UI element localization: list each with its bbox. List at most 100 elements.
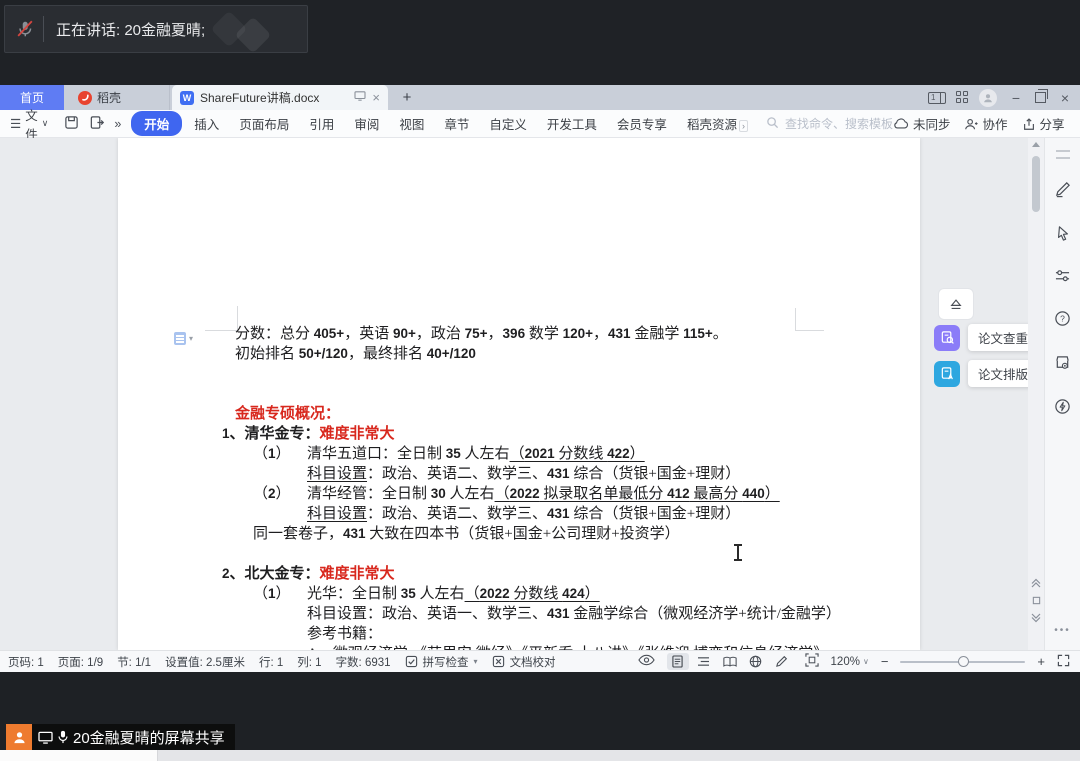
quick-access-toolbar: » (64, 115, 121, 133)
next-page-icon[interactable] (1031, 613, 1041, 623)
tab-grid-icon[interactable] (956, 91, 969, 104)
status-field[interactable]: 行: 1 (259, 654, 283, 670)
quick-access-icon[interactable] (1054, 398, 1071, 420)
status-bar: 页码: 1 页面: 1/9 节: 1/1 设置值: 2.5厘米行: 1 列: 1 字数: … (0, 650, 1080, 672)
vertical-scrollbar[interactable] (1028, 138, 1044, 650)
close-button[interactable]: × (1056, 90, 1074, 106)
chevron-down-icon: ∨ (863, 657, 869, 666)
collapse-panel-button[interactable] (938, 288, 974, 320)
spell-check-toggle[interactable]: 拼写检查 ▾ (405, 654, 478, 670)
status-field[interactable]: 字数: 6931 (336, 654, 391, 670)
tab-docer[interactable]: 稻壳 (64, 85, 170, 110)
zoom-out-button[interactable]: − (881, 654, 889, 669)
status-info: 页码: 1 页面: 1/9 节: 1/1 设置值: 2.5厘米行: 1 列: 1 字数: … (0, 654, 556, 670)
screen-share-banner: 20金融夏晴的屏幕共享 (6, 724, 235, 750)
wps-tab-bar: 首页 稻壳 W ShareFuture讲稿.docx × + 1 − × (0, 85, 1080, 110)
restore-button[interactable] (1035, 92, 1046, 103)
document-line: 2、北大金专：难度非常大 (118, 564, 920, 584)
ribbon-tab-开始[interactable]: 开始 (131, 111, 182, 136)
text-run: 清华经管：全日制 30 人左右 (307, 486, 495, 502)
paper-check-button[interactable]: 论文查重 (934, 324, 1038, 351)
zoom-slider-knob[interactable] (958, 656, 969, 667)
file-menu[interactable]: ☰ 文件 ∨ (0, 105, 48, 143)
svg-text:?: ? (1060, 314, 1065, 324)
minimize-button[interactable]: − (1007, 90, 1025, 106)
status-field[interactable]: 页面: 1/9 (58, 654, 103, 670)
document-line: 1、清华金专：难度非常大 (118, 424, 920, 444)
status-field[interactable]: 列: 1 (297, 654, 321, 670)
save-icon[interactable] (64, 115, 79, 133)
more-tools-icon[interactable]: » (114, 117, 121, 131)
paper-layout-button[interactable]: 论文排版 (934, 360, 1038, 387)
status-field[interactable]: 页码: 1 (8, 654, 44, 670)
ribbon-tabs: 开始插入页面布局引用审阅视图章节自定义开发工具会员专享稻壳资源› (131, 111, 758, 136)
ribbon-tab-章节[interactable]: 章节 (434, 111, 479, 136)
select-browse-icon[interactable] (1032, 596, 1041, 605)
output-icon[interactable] (89, 115, 104, 133)
page-view-icon[interactable] (667, 653, 689, 670)
text-run: （1） (253, 584, 307, 604)
ink-pen-icon[interactable] (1054, 181, 1071, 203)
text-run: 同一套卷子，431 大致在四本书（货银+国金+公司理财+投资学） (253, 526, 680, 542)
right-side-toolbar: ? ••• (1044, 138, 1080, 650)
status-field[interactable]: 设置值: 2.5厘米 (165, 654, 245, 670)
share-icon (1022, 117, 1036, 131)
adjust-settings-icon[interactable] (1054, 268, 1071, 288)
new-tab-button[interactable]: + (394, 85, 420, 110)
ribbon-tab-稻壳资源[interactable]: 稻壳资源› (677, 111, 758, 136)
document-line: （2）清华经管：全日制 30 人左右（2022 拟录取名单最低分 412 最高分… (118, 484, 920, 504)
document-text[interactable]: 分数：总分 405+，英语 90+，政治 75+，396 数学 120+，431… (118, 324, 920, 650)
document-line (118, 364, 920, 384)
meeting-top-bar: 正在讲话: 20金融夏晴; (0, 0, 1080, 85)
tab-document-active[interactable]: W ShareFuture讲稿.docx × (172, 85, 388, 110)
sync-status[interactable]: 未同步 (893, 114, 951, 133)
scroll-up-arrow-icon[interactable] (1032, 142, 1040, 147)
ribbon-tab-引用[interactable]: 引用 (299, 111, 344, 136)
read-mode-icon[interactable] (719, 653, 741, 670)
ribbon-tab-自定义[interactable]: 自定义 (479, 111, 537, 136)
eye-protect-icon[interactable] (638, 654, 655, 669)
doc-proof-toggle[interactable]: 文档校对 (492, 654, 556, 670)
user-avatar[interactable] (979, 89, 997, 107)
prev-page-icon[interactable] (1031, 578, 1041, 588)
window-layout-icon[interactable]: 1 (928, 92, 946, 104)
ribbon-tab-页面布局[interactable]: 页面布局 (229, 111, 299, 136)
select-cursor-icon[interactable] (1055, 225, 1071, 246)
fit-page-icon[interactable] (805, 653, 819, 670)
ribbon-tab-插入[interactable]: 插入 (184, 111, 229, 136)
drag-handle[interactable] (1056, 150, 1070, 159)
taskbar-edge (0, 750, 1080, 761)
ribbon-tab-会员专享[interactable]: 会员专享 (607, 111, 677, 136)
person-plus-icon (964, 117, 978, 131)
tab-close-icon[interactable]: × (372, 90, 380, 105)
search-placeholder: 查找命令、搜索模板 (785, 115, 893, 132)
zoom-in-button[interactable]: + (1037, 654, 1045, 669)
ribbon-tab-审阅[interactable]: 审阅 (344, 111, 389, 136)
help-icon[interactable]: ? (1054, 310, 1071, 332)
text-run: 科目设置：政治、英语一、数学三、431 金融学综合（微观经济学+统计/金融学） (307, 606, 841, 622)
document-line: 参考书籍： (118, 624, 920, 644)
web-view-icon[interactable] (745, 653, 767, 670)
scrollbar-thumb[interactable] (1032, 156, 1040, 212)
document-line: 初始排名 50+/120，最终排名 40+/120 (118, 344, 920, 364)
status-field[interactable]: 节: 1/1 (117, 654, 151, 670)
ribbon-tab-开发工具[interactable]: 开发工具 (537, 111, 607, 136)
zoom-level[interactable]: 120% ∨ (831, 656, 869, 668)
ink-annotate-icon[interactable] (771, 653, 793, 670)
zoom-slider[interactable] (900, 661, 1025, 663)
share-button[interactable]: 分享 (1022, 114, 1065, 133)
sync-label: 未同步 (913, 114, 951, 133)
collaborate-button[interactable]: 协作 (964, 114, 1007, 133)
checkbox-checked-icon (405, 655, 418, 668)
ribbon-tab-视图[interactable]: 视图 (389, 111, 434, 136)
text-run: 初始排名 50+/120，最终排名 40+/120 (235, 346, 476, 362)
store-icon[interactable] (1054, 354, 1071, 376)
outline-view-icon[interactable] (693, 653, 715, 670)
text-run: （2022 拟录取名单最低分 412 最高分 440） (495, 486, 780, 502)
microphone-icon (57, 730, 69, 744)
view-mode-group (667, 653, 793, 670)
fullscreen-icon[interactable] (1057, 654, 1070, 670)
toolbar-more-icon[interactable]: ••• (1054, 625, 1071, 636)
share-label: 分享 (1040, 114, 1065, 133)
command-search[interactable]: 查找命令、搜索模板 (766, 115, 893, 132)
